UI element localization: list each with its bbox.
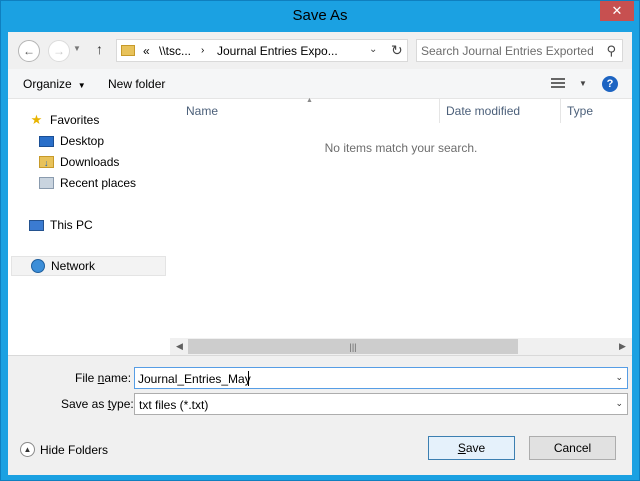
breadcrumb-separator-icon[interactable]: › (201, 45, 204, 56)
organize-button[interactable]: Organize ▼ (23, 77, 86, 91)
save-button[interactable]: Save (428, 436, 515, 460)
title-bar[interactable]: Save As ✕ (1, 1, 639, 32)
address-segment-server[interactable]: \\tsc... (159, 44, 191, 58)
up-button[interactable]: ↑ (96, 41, 103, 57)
dialog-client-area: ← → ▼ ↑ « \\tsc... › Journal Entries Exp… (8, 32, 632, 475)
desktop-icon (38, 134, 55, 148)
command-toolbar: Organize ▼ New folder ▼ ? (8, 69, 632, 99)
file-list[interactable]: ▲ Name Date modified Type No items match… (170, 97, 632, 355)
label-part: File (75, 371, 98, 385)
forward-button[interactable]: → (48, 40, 70, 62)
column-headers: ▲ Name Date modified Type (170, 97, 632, 123)
folder-icon (121, 45, 135, 56)
label-part: Save as (61, 397, 108, 411)
organize-label: Organize (23, 77, 72, 91)
refresh-icon[interactable]: ↻ (391, 42, 403, 59)
save-label: ave (465, 441, 486, 455)
file-name-input[interactable] (138, 370, 598, 387)
star-icon: ★ (30, 112, 43, 127)
chevron-down-icon[interactable]: ⌄ (615, 398, 623, 409)
nav-item-this-pc[interactable]: This PC (28, 215, 186, 235)
view-options-icon[interactable] (551, 78, 565, 90)
nav-label: This PC (50, 218, 93, 232)
save-as-type-value: txt files (*.txt) (139, 398, 209, 412)
empty-results-message: No items match your search. (324, 141, 478, 155)
arrow-right-icon: → (53, 44, 65, 58)
column-header-type[interactable]: Type (561, 99, 632, 123)
back-button[interactable]: ← (18, 40, 40, 62)
arrow-left-icon: ← (23, 44, 35, 58)
save-as-type-select[interactable]: txt files (*.txt) ⌄ (134, 393, 628, 415)
horizontal-scrollbar[interactable]: ◀ ||| ▶ (170, 338, 632, 355)
label-part: ame: (104, 371, 132, 385)
cancel-button[interactable]: Cancel (529, 436, 616, 460)
scroll-right-icon[interactable]: ▶ (614, 338, 631, 355)
navigation-row: ← → ▼ ↑ « \\tsc... › Journal Entries Exp… (8, 32, 632, 69)
nav-label: Desktop (60, 134, 105, 148)
column-header-date-modified[interactable]: Date modified (440, 99, 561, 123)
label-part: ype: (111, 397, 134, 411)
help-icon[interactable]: ? (602, 76, 618, 92)
close-button[interactable]: ✕ (600, 1, 634, 21)
search-icon[interactable]: ⚲ (606, 43, 616, 59)
file-name-label: File name: (75, 371, 131, 385)
hide-folders-label: Hide Folders (40, 442, 109, 457)
scrollbar-thumb[interactable]: ||| (188, 339, 518, 354)
search-box[interactable]: ⚲ (416, 39, 623, 62)
column-header-name[interactable]: Name (180, 99, 440, 123)
chevron-down-icon: ▼ (77, 81, 86, 90)
view-dropdown-icon[interactable]: ▼ (579, 79, 587, 88)
navigation-pane: ★ Favorites Desktop ↓ Downloads Recent p… (8, 99, 170, 355)
address-segment-folder[interactable]: Journal Entries Expo... (217, 44, 338, 58)
close-icon: ✕ (611, 3, 623, 18)
nav-item-network[interactable]: Network (11, 256, 166, 276)
recent-locations-dropdown[interactable]: ▼ (73, 44, 81, 53)
scroll-left-icon[interactable]: ◀ (171, 338, 188, 355)
window-title: Save As (292, 7, 348, 24)
new-folder-button[interactable]: New folder (108, 77, 165, 91)
hide-folders-button[interactable]: ▲ Hide Folders (20, 442, 108, 457)
nav-item-favorites[interactable]: ★ Favorites (28, 110, 186, 130)
address-overflow-chevron[interactable]: « (143, 44, 150, 58)
address-bar[interactable]: « \\tsc... › Journal Entries Expo... ⌄ ↻ (116, 39, 408, 62)
nav-label: Downloads (60, 155, 120, 169)
save-options-panel: File name: ⌄ Save as type: txt files (*.… (8, 355, 632, 475)
arrow-up-icon: ↑ (96, 41, 103, 57)
file-name-combobox[interactable]: ⌄ (134, 367, 628, 389)
network-icon (29, 259, 46, 273)
chevron-down-icon[interactable]: ⌄ (615, 372, 623, 383)
nav-label: Network (51, 259, 96, 273)
nav-label: Recent places (60, 176, 137, 190)
grip-icon: ||| (349, 341, 357, 352)
save-as-dialog: Save As ✕ ← → ▼ ↑ « \\tsc... › Journal E… (0, 0, 640, 481)
text-caret (248, 371, 249, 386)
downloads-folder-icon: ↓ (38, 155, 55, 169)
computer-icon (28, 218, 45, 232)
collapse-up-icon: ▲ (20, 442, 35, 457)
search-input[interactable] (421, 42, 601, 59)
nav-label: Favorites (50, 113, 100, 127)
save-as-type-label: Save as type: (61, 397, 134, 411)
save-accelerator: S (457, 441, 466, 455)
recent-places-icon (38, 176, 55, 190)
address-dropdown-icon[interactable]: ⌄ (369, 44, 377, 55)
